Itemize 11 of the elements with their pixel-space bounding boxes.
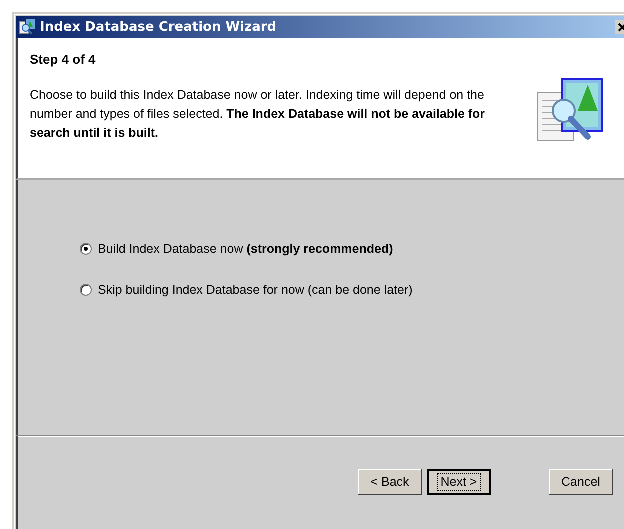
step-heading: Step 4 of 4 (30, 52, 97, 67)
wizard-button[interactable]: Next > (427, 469, 491, 495)
wizard-icon (19, 18, 37, 36)
cancel-button[interactable]: Cancel (549, 469, 613, 495)
window-title: Index Database Creation Wizard (40, 20, 278, 34)
radio-button[interactable] (80, 284, 92, 296)
wizard-button[interactable]: < Back (358, 469, 422, 495)
option-label[interactable]: Build Index Database now (strongly recommended) (98, 242, 394, 256)
option-label[interactable]: Skip building Index Database for now (can be done later) (98, 283, 413, 297)
radio-button[interactable] (80, 243, 92, 255)
step-description: Choose to build this Index Database now or later. Indexing time will depend on the number and types of files selected. The Index Database will not be available for search until it is built. (30, 87, 486, 142)
